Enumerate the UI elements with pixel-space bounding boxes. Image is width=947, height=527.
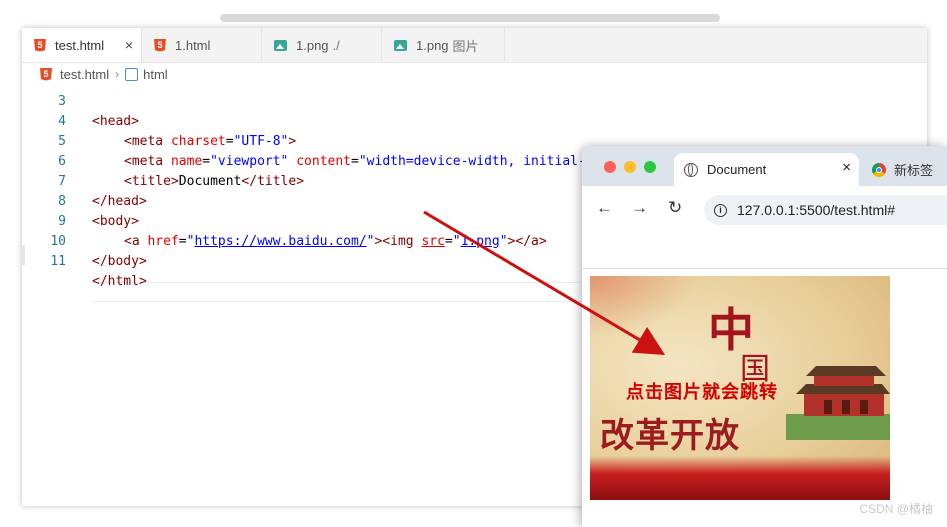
browser-tab-title: 新标签 <box>894 163 934 178</box>
tab-1-png-root[interactable]: 1.png ./ <box>262 28 382 62</box>
line-number: 11 <box>50 254 66 269</box>
code-line: 3 <head> <box>22 72 927 129</box>
url-text[interactable]: 127.0.0.1:5500/test.html# <box>737 202 895 218</box>
globe-icon <box>684 162 698 177</box>
reload-button[interactable]: ↻ <box>668 198 682 218</box>
window-drag-bar[interactable] <box>220 14 720 22</box>
minimize-window-button[interactable] <box>624 161 636 173</box>
flag-glow <box>590 276 700 336</box>
tab-label: test.html <box>55 37 105 53</box>
image-icon <box>394 39 407 51</box>
tab-label: 1.png <box>416 37 449 53</box>
tiananmen-illustration <box>786 366 890 440</box>
browser-tab-title: Document <box>707 162 767 177</box>
address-bar[interactable]: i 127.0.0.1:5500/test.html# <box>704 195 947 225</box>
close-window-button[interactable] <box>604 161 616 173</box>
tab-label: 1.png <box>296 37 329 53</box>
linked-image[interactable]: 中 国 点击图片就会跳转 改革开放 <box>590 276 890 500</box>
browser-window: Document × 新标签 ← → ↻ i 127.0.0.1:5500/te… <box>582 146 947 527</box>
browser-tab-new[interactable]: 新标签 <box>872 153 933 186</box>
code-line: 5 <meta name="viewport" content="width=d… <box>22 112 927 169</box>
tab-1-png-folder[interactable]: 1.png 图片 <box>382 28 505 62</box>
chrome-icon <box>872 162 886 177</box>
code-text: </body> <box>92 254 147 269</box>
red-banner-wave <box>590 456 890 500</box>
forward-button[interactable]: → <box>631 198 648 218</box>
close-icon[interactable]: × <box>125 37 133 53</box>
close-tab-icon[interactable]: × <box>842 159 851 176</box>
html5-icon: 5 <box>34 38 46 52</box>
info-icon[interactable]: i <box>714 203 727 217</box>
tab-label: 1.html <box>175 37 211 53</box>
back-button[interactable]: ← <box>596 198 613 218</box>
tab-test-html[interactable]: 5 test.html × <box>22 28 142 62</box>
html5-icon: 5 <box>154 38 166 52</box>
watermark: CSDN @橘柚 <box>859 502 933 516</box>
maximize-window-button[interactable] <box>644 161 656 173</box>
code-line: 4 <meta charset="UTF-8"> <box>22 92 927 149</box>
tab-path: 图片 <box>452 38 479 54</box>
browser-toolbar: ← → ↻ i 127.0.0.1:5500/test.html# <box>582 186 947 232</box>
editor-tab-bar: 5 test.html × 5 1.html 1.png ./ 1.png 图片 <box>22 28 927 63</box>
image-icon <box>274 39 287 51</box>
toolbar-divider <box>582 268 947 269</box>
tab-path: ./ <box>332 37 340 53</box>
code-text: </html> <box>92 274 147 289</box>
image-caption: 点击图片就会跳转 <box>626 382 778 402</box>
browser-tab-bar: Document × 新标签 <box>582 146 947 186</box>
image-title: 改革开放 <box>600 416 740 456</box>
tab-1-html[interactable]: 5 1.html <box>142 28 262 62</box>
browser-tab-document[interactable]: Document × <box>674 153 859 186</box>
